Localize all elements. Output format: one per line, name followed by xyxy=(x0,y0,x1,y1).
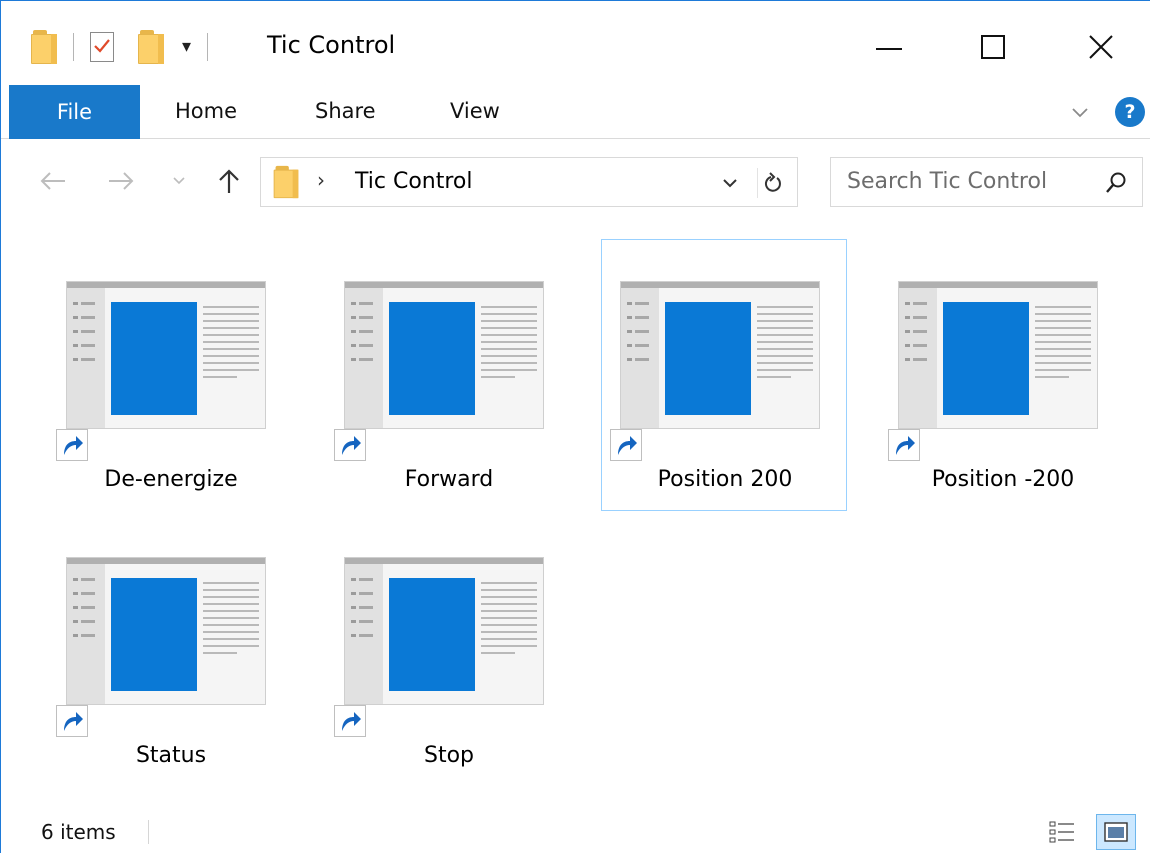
address-dropdown-icon[interactable] xyxy=(719,172,741,194)
recent-locations-button[interactable] xyxy=(169,165,189,197)
forward-arrow-icon xyxy=(109,172,134,190)
file-item-stop[interactable]: Stop xyxy=(325,515,571,787)
file-item-forward[interactable]: Forward xyxy=(325,239,571,511)
file-item-label: Forward xyxy=(404,467,494,492)
status-separator xyxy=(148,820,149,844)
file-item-label: De-energize xyxy=(104,467,238,492)
folder-icon[interactable] xyxy=(31,30,57,64)
explorer-window: ▾ Tic Control File Home Share View ? › T… xyxy=(0,0,1150,853)
maximize-button[interactable] xyxy=(963,19,1023,75)
quick-access-toolbar: ▾ xyxy=(31,27,224,67)
up-button[interactable] xyxy=(213,165,245,197)
expand-ribbon-chevron-icon[interactable] xyxy=(1069,101,1091,123)
close-button[interactable] xyxy=(1071,19,1131,75)
file-list: De-energize Forward Position 200 Positio… xyxy=(1,215,1150,805)
close-icon xyxy=(1089,35,1113,59)
shortcut-arrow-icon xyxy=(56,429,88,461)
window-title: Tic Control xyxy=(267,31,396,59)
minimize-button[interactable] xyxy=(859,19,919,75)
toolbar-separator xyxy=(207,33,209,61)
file-item-status[interactable]: Status xyxy=(47,515,293,787)
customize-toolbar-dropdown-icon[interactable]: ▾ xyxy=(182,38,191,56)
file-item-label: Position 200 xyxy=(657,467,793,492)
large-icons-view-icon xyxy=(1104,822,1128,842)
search-input[interactable] xyxy=(847,169,1087,194)
shortcut-thumbnail xyxy=(334,281,544,461)
shortcut-arrow-icon xyxy=(334,705,366,737)
details-view-button[interactable] xyxy=(1045,816,1079,848)
status-bar: 6 items xyxy=(1,806,1150,853)
shortcut-thumbnail xyxy=(888,281,1098,461)
tab-share[interactable]: Share xyxy=(315,99,376,123)
back-button[interactable] xyxy=(37,165,69,197)
file-item-label: Status xyxy=(135,743,207,768)
file-item-position-200[interactable]: Position 200 xyxy=(601,239,847,511)
navigation-bar: › Tic Control xyxy=(1,149,1150,215)
refresh-icon xyxy=(764,172,781,192)
tab-home[interactable]: Home xyxy=(175,99,237,123)
refresh-button[interactable] xyxy=(757,168,787,198)
forward-button[interactable] xyxy=(105,165,137,197)
breadcrumb-separator[interactable]: › xyxy=(317,168,325,192)
file-item-de-energize[interactable]: De-energize xyxy=(47,239,293,511)
shortcut-arrow-icon xyxy=(56,705,88,737)
ribbon-tab-bar: File Home Share View ? xyxy=(1,85,1150,139)
shortcut-thumbnail xyxy=(56,281,266,461)
address-bar[interactable]: › Tic Control xyxy=(260,157,798,207)
file-item-label: Position -200 xyxy=(931,467,1075,492)
chevron-down-icon xyxy=(173,177,185,185)
shortcut-thumbnail xyxy=(56,557,266,737)
tab-view[interactable]: View xyxy=(450,99,500,123)
shortcut-arrow-icon xyxy=(888,429,920,461)
large-icons-view-button[interactable] xyxy=(1096,814,1136,850)
back-arrow-icon xyxy=(40,172,65,190)
maximize-icon xyxy=(981,35,1005,59)
shortcut-thumbnail xyxy=(610,281,820,461)
help-icon[interactable]: ? xyxy=(1115,97,1145,127)
new-folder-icon[interactable] xyxy=(138,30,164,64)
file-item-position-minus-200[interactable]: Position -200 xyxy=(879,239,1125,511)
toolbar-separator xyxy=(73,33,74,61)
breadcrumb-item[interactable]: Tic Control xyxy=(355,169,473,194)
up-arrow-icon xyxy=(219,169,239,193)
folder-icon xyxy=(273,165,299,199)
title-bar: ▾ Tic Control xyxy=(1,1,1150,87)
shortcut-thumbnail xyxy=(334,557,544,737)
details-view-icon xyxy=(1049,821,1074,843)
file-item-label: Stop xyxy=(423,743,474,768)
shortcut-arrow-icon xyxy=(334,429,366,461)
search-icon[interactable] xyxy=(1103,170,1129,196)
minimize-icon xyxy=(876,48,902,50)
shortcut-arrow-icon xyxy=(610,429,642,461)
search-box[interactable] xyxy=(830,157,1143,207)
item-count: 6 items xyxy=(41,820,116,844)
properties-icon[interactable] xyxy=(90,32,114,62)
tab-file[interactable]: File xyxy=(9,85,140,139)
